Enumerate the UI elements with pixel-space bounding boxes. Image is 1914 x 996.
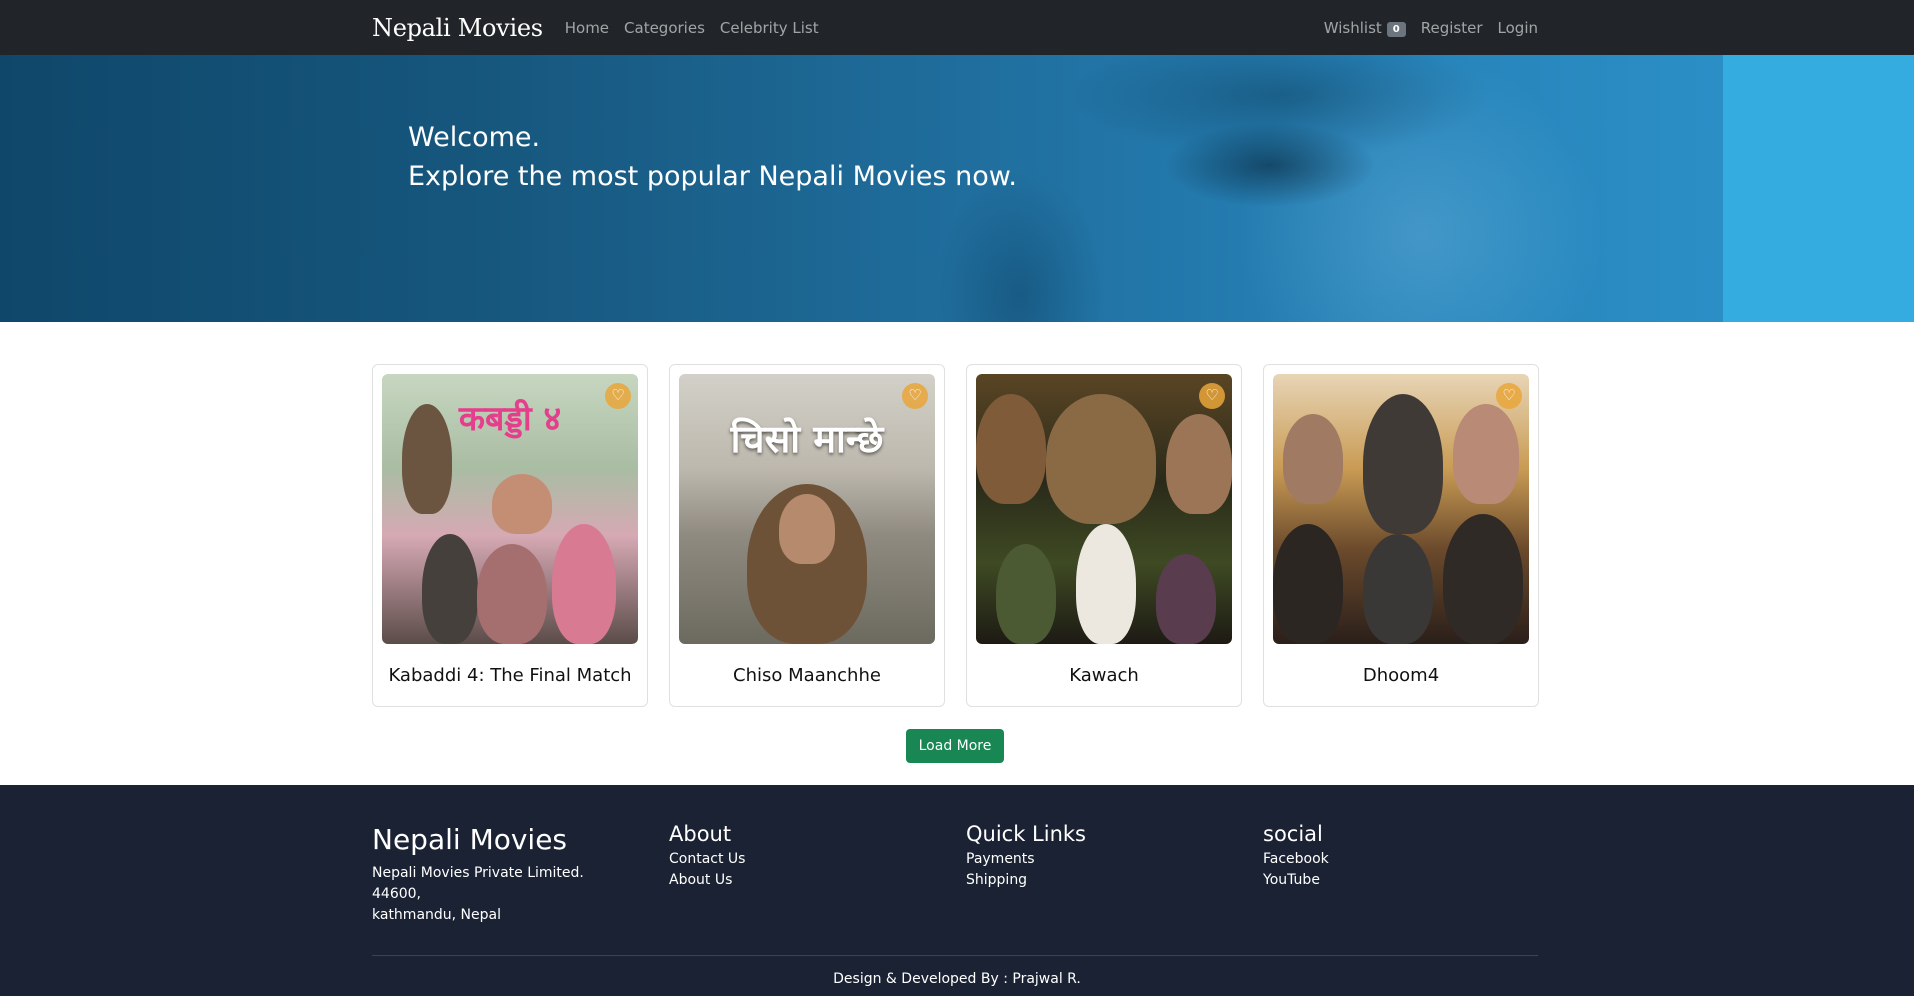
movie-card[interactable]: कबड्डी ४ ♡ Kabaddi 4: The Final Match [372,364,648,707]
nav-categories[interactable]: Categories [624,19,705,37]
poster-figure [976,394,1046,504]
footer-link-contact[interactable]: Contact Us [669,849,745,870]
poster-figure [552,524,616,644]
footer-brand: Nepali Movies [372,823,568,856]
movie-title[interactable]: Dhoom4 [1264,665,1538,686]
heart-icon[interactable]: ♡ [902,383,928,409]
wishlist-count-badge: 0 [1386,21,1406,37]
poster-figure [1156,554,1216,644]
poster-figure [1273,524,1343,644]
footer-link-youtube[interactable]: YouTube [1263,870,1329,891]
footer-social-column: social Facebook YouTube [1263,819,1329,891]
poster-figure [996,544,1056,644]
poster-figure [1076,524,1136,644]
load-more-button[interactable]: Load More [906,729,1004,763]
hero-text: Welcome. Explore the most popular Nepali… [408,118,1017,196]
poster-figure [1283,414,1343,504]
footer-about-heading: About [669,822,732,846]
footer-link-facebook[interactable]: Facebook [1263,849,1329,870]
poster-title-text: चिसो मान्छे [730,416,884,461]
nav-login[interactable]: Login [1498,19,1538,37]
movie-title[interactable]: Kabaddi 4: The Final Match [373,665,647,686]
poster-figure [1166,414,1232,514]
poster-figure [422,534,478,644]
movie-poster[interactable]: चिसो मान्छे ♡ [679,374,935,644]
footer-divider [372,955,1538,956]
poster-figure [779,494,835,564]
movie-title[interactable]: Kawach [967,665,1241,686]
footer-address-line: kathmandu, Nepal [372,907,501,923]
nav-celebrity-list[interactable]: Celebrity List [720,19,819,37]
movie-poster[interactable]: ♡ [1273,374,1529,644]
movie-title[interactable]: Chiso Maanchhe [670,665,944,686]
nav-home[interactable]: Home [565,19,609,37]
movie-card[interactable]: ♡ Dhoom4 [1263,364,1539,707]
footer-link-shipping[interactable]: Shipping [966,870,1086,891]
nav-wishlist[interactable]: Wishlist 0 [1324,19,1406,37]
movie-grid: कबड्डी ४ ♡ Kabaddi 4: The Final Match चि… [372,364,1539,707]
wishlist-label: Wishlist [1323,18,1382,37]
poster-figure [492,474,552,534]
footer-link-about[interactable]: About Us [669,870,745,891]
nav-register[interactable]: Register [1421,19,1483,37]
footer-address-line: 44600, [372,886,421,902]
footer-quick-links-column: Quick Links Payments Shipping [966,819,1086,891]
navbar: Nepali Movies Home Categories Celebrity … [0,0,1914,55]
hero-tagline: Explore the most popular Nepali Movies n… [408,161,1017,192]
poster-figure [1363,394,1443,534]
footer-link-payments[interactable]: Payments [966,849,1086,870]
footer-about-column: About Contact Us About Us [669,819,745,891]
footer-credit: Design & Developed By : Prajwal R. [833,971,1081,987]
footer: Nepali Movies Nepali Movies Private Limi… [0,785,1914,996]
poster-figure [1453,404,1519,504]
nav-right: Wishlist 0 Register Login [1309,19,1538,37]
navbar-inner: Nepali Movies Home Categories Celebrity … [372,0,1538,55]
movie-poster[interactable]: ♡ [976,374,1232,644]
poster-figure [477,544,547,644]
movie-card[interactable]: ♡ Kawach [966,364,1242,707]
movie-card[interactable]: चिसो मान्छे ♡ Chiso Maanchhe [669,364,945,707]
poster-title-text: कबड्डी ४ [458,399,562,439]
heart-icon[interactable]: ♡ [605,383,631,409]
footer-quick-heading: Quick Links [966,822,1087,846]
poster-figure [1046,394,1156,524]
footer-address-line: Nepali Movies Private Limited. [372,865,584,881]
footer-brand-column: Nepali Movies Nepali Movies Private Limi… [372,819,584,926]
hero-welcome: Welcome. [408,122,541,153]
hero-banner: Welcome. Explore the most popular Nepali… [0,55,1914,322]
footer-social-heading: social [1263,822,1323,846]
brand-logo[interactable]: Nepali Movies [372,14,543,42]
poster-figure [1443,514,1523,644]
movie-poster[interactable]: कबड्डी ४ ♡ [382,374,638,644]
heart-icon[interactable]: ♡ [1496,383,1522,409]
poster-figure [1363,534,1433,644]
heart-icon[interactable]: ♡ [1199,383,1225,409]
